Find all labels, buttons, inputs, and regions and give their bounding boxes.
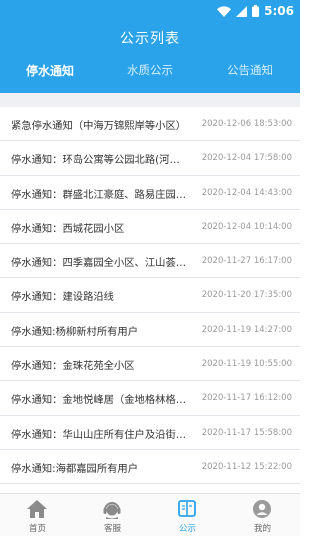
notice-title: 停水通知:杨柳新村所有用户: [11, 325, 139, 338]
tab-water-quality[interactable]: 水质公示: [100, 62, 200, 78]
list-item[interactable]: 停水通知：四季嘉园全小区、江山荟… 2020-11-27 16:17:00: [0, 244, 300, 279]
nav-profile-label: 我的: [253, 524, 271, 534]
notice-title: 紧急停水通知（中海万锦熙岸等小区）: [11, 120, 187, 132]
app-header: 5:06 公示列表 停水通知 水质公示 公告通知: [0, 0, 300, 93]
notice-title: 停水通知：华山山庄所有住户及沿街…: [11, 428, 187, 441]
list-item[interactable]: 停水通知：金地悦峰居（金地格林格… 2020-11-17 16:12:00: [0, 381, 300, 416]
nav-notices-label: 公示: [178, 524, 196, 534]
tab-announcements[interactable]: 公告通知: [200, 62, 300, 78]
list-item[interactable]: 停水通知:杨柳新村所有用户 2020-11-19 14:27:00: [0, 313, 300, 348]
notice-date: 2020-11-27 16:17:00: [201, 256, 292, 267]
list-item[interactable]: 停水通知：群盛北江豪庭、路易庄园… 2020-12-04 14:43:00: [0, 176, 300, 210]
notice-title: 停水通知：金地悦峰居（金地格林格…: [11, 394, 187, 407]
notice-date: 2020-11-17 16:12:00: [201, 393, 292, 404]
notice-title: 停水通知：金珠花苑全小区: [11, 360, 135, 373]
nav-notices[interactable]: 公示: [150, 494, 225, 536]
notice-book-icon: [178, 500, 196, 517]
notice-title: 停水通知：建设路沿线: [11, 291, 114, 304]
notice-date: 2020-11-20 17:35:00: [201, 290, 292, 301]
status-bar: 5:06: [0, 0, 300, 22]
customer-service-icon: [103, 502, 121, 519]
notice-title: 停水通知：环岛公寓等公园北路(河…: [11, 154, 180, 167]
list-item[interactable]: 停水通知：环岛公寓等公园北路(河… 2020-12-04 17:58:00: [0, 141, 300, 176]
nav-customer-service[interactable]: 客服: [75, 494, 150, 536]
cellular-signal-icon: [236, 5, 248, 17]
status-time: 5:06: [264, 4, 294, 18]
notice-date: 2020-12-04 10:14:00: [201, 221, 292, 232]
notice-title: 停水通知:海都嘉园所有用户: [11, 462, 139, 475]
nav-home-label: 首页: [28, 524, 46, 534]
notice-title: 停水通知：西城花园小区: [11, 222, 125, 235]
list-item[interactable]: 紧急停水通知（中海万锦熙岸等小区） 2020-12-06 18:53:00: [0, 107, 300, 142]
bottom-nav: 首页 客服 公示 我的: [0, 493, 300, 536]
notice-date: 2020-12-04 14:43:00: [201, 187, 292, 198]
notice-date: 2020-12-04 17:58:00: [201, 153, 292, 164]
battery-icon: [252, 5, 260, 17]
notice-title: 停水通知：群盛北江豪庭、路易庄园…: [11, 188, 187, 201]
notice-date: 2020-11-19 14:27:00: [201, 324, 292, 335]
nav-home[interactable]: 首页: [0, 494, 75, 536]
tab-water-outage[interactable]: 停水通知: [0, 62, 100, 79]
list-item[interactable]: 停水通知：金珠花苑全小区 2020-11-19 10:55:00: [0, 347, 300, 382]
notice-date: 2020-12-06 18:53:00: [201, 119, 292, 129]
notice-date: 2020-11-17 15:58:00: [201, 427, 292, 438]
page-title: 公示列表: [120, 31, 180, 47]
list-item[interactable]: 停水通知：建设路沿线 2020-11-20 17:35:00: [0, 278, 300, 313]
wifi-icon: [217, 5, 232, 17]
notice-list: 紧急停水通知（中海万锦熙岸等小区） 2020-12-06 18:53:00 停水…: [0, 107, 300, 485]
tab-bar: 停水通知 水质公示 公告通知: [0, 62, 300, 90]
notice-title: 停水通知：四季嘉园全小区、江山荟…: [11, 257, 187, 270]
profile-icon: [253, 500, 271, 518]
nav-profile[interactable]: 我的: [225, 494, 300, 536]
list-item[interactable]: 停水通知：西城花园小区 2020-12-04 10:14:00: [0, 210, 300, 245]
nav-customer-service-label: 客服: [103, 524, 121, 534]
home-icon: [27, 500, 47, 518]
section-gap: [0, 93, 300, 107]
list-item[interactable]: 停水通知:海都嘉园所有用户 2020-11-12 15:22:00: [0, 450, 300, 485]
status-icons: 5:06: [217, 3, 294, 19]
notice-date: 2020-11-12 15:22:00: [201, 461, 292, 472]
notice-date: 2020-11-19 10:55:00: [201, 359, 292, 370]
list-item[interactable]: 停水通知：华山山庄所有住户及沿街… 2020-11-17 15:58:00: [0, 416, 300, 450]
